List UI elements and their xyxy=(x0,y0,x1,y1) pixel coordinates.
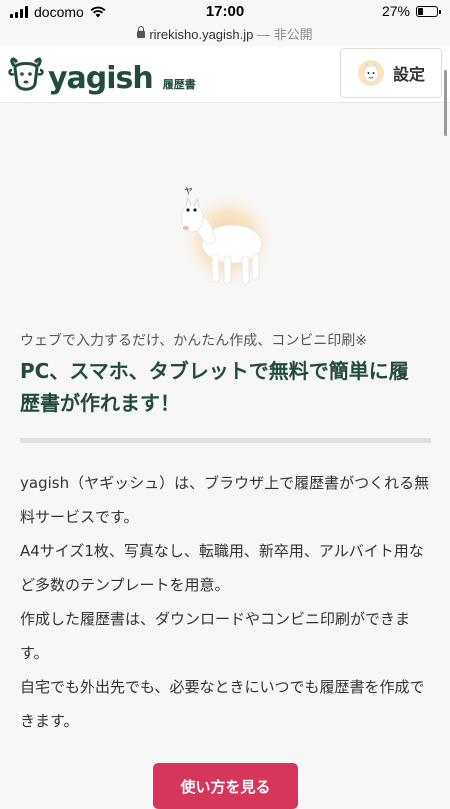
goat-avatar-icon xyxy=(357,60,384,86)
status-bar: docomo 17:00 27% xyxy=(0,0,450,24)
lock-icon xyxy=(137,26,146,38)
battery-percent: 27% xyxy=(381,3,410,19)
page-scrollbar[interactable] xyxy=(444,70,447,136)
site-logo[interactable]: yagish 履歴書 xyxy=(8,52,196,94)
how-to-use-button[interactable]: 使い方を見る xyxy=(153,763,298,809)
description-paragraph: 作成した履歴書は、ダウンロードやコンビニ印刷ができます。 xyxy=(20,610,411,662)
address-bar[interactable]: rirekisho.yagish.jp — 非公開 xyxy=(0,24,450,46)
goat-illustration: ヤ ギ xyxy=(180,187,276,288)
service-description: yagish（ヤギッシュ）は、ブラウザ上で履歴書がつくれる無料サービスです。 A… xyxy=(20,466,430,738)
section-divider xyxy=(20,438,431,443)
url-text: rirekisho.yagish.jp xyxy=(149,27,254,42)
settings-label: 設定 xyxy=(392,65,425,84)
logo-subtitle: 履歴書 xyxy=(162,78,196,91)
tagline: ウェブで入力するだけ、かんたん作成、コンビニ印刷※ xyxy=(20,333,368,349)
visibility-text: — 非公開 xyxy=(257,27,313,42)
description-paragraph: A4サイズ1枚、写真なし、転職用、新卒用、アルバイト用など多数のテンプレートを用… xyxy=(20,542,424,594)
hero-label-ya: ヤ xyxy=(184,187,193,197)
description-paragraph: 自宅でも外出先でも、必要なときにいつでも履歴書を作成できます。 xyxy=(20,678,425,730)
page-headline: PC、スマホ、タブレットで無料で簡単に履歴書が作れます！ xyxy=(20,359,409,415)
description-paragraph: yagish（ヤギッシュ）は、ブラウザ上で履歴書がつくれる無料サービスです。 xyxy=(20,474,430,526)
goat-logo-icon xyxy=(8,57,44,91)
settings-button[interactable]: 設定 xyxy=(340,48,442,98)
site-header: yagish 履歴書 設定 xyxy=(0,46,450,103)
battery-icon xyxy=(416,5,441,17)
logo-wordmark: yagish xyxy=(48,61,154,96)
